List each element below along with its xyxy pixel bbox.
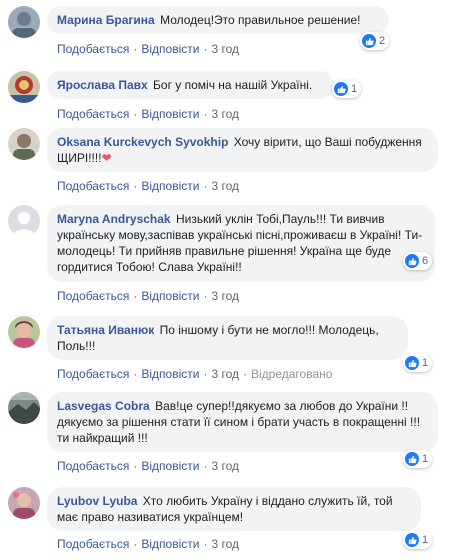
reaction-count[interactable]: 6 xyxy=(403,252,433,270)
separator: · xyxy=(133,179,138,193)
like-link[interactable]: Подобається xyxy=(57,367,129,381)
separator: · xyxy=(203,289,208,303)
comment-time[interactable]: 3 год xyxy=(211,42,239,56)
comment-actions: Подобається · Відповісти · 3 год xyxy=(57,289,239,303)
like-link[interactable]: Подобається xyxy=(57,289,129,303)
like-icon xyxy=(405,254,419,268)
comment-text: Молодец!Это правильное решение! xyxy=(160,13,361,27)
reply-link[interactable]: Відповісти xyxy=(141,289,199,303)
like-link[interactable]: Подобається xyxy=(57,42,129,56)
reaction-count[interactable]: 1 xyxy=(332,80,362,98)
separator: · xyxy=(133,367,138,381)
avatar[interactable] xyxy=(8,128,40,160)
reaction-number: 6 xyxy=(422,255,429,267)
reaction-count[interactable]: 1 xyxy=(403,354,433,372)
avatar[interactable] xyxy=(8,205,40,237)
reply-link[interactable]: Відповісти xyxy=(141,42,199,56)
comment-actions: Подобається · Відповісти · 3 год xyxy=(57,459,239,473)
heart-emoji: ❤ xyxy=(101,151,112,165)
separator: · xyxy=(203,42,208,56)
like-icon xyxy=(362,34,376,48)
comment-actions: Подобається · Відповісти · 3 год xyxy=(57,107,239,121)
avatar[interactable] xyxy=(8,6,40,38)
comment-bubble: Lasvegas Cobra Вав!це супер!!дякуємо за … xyxy=(47,392,438,452)
separator: · xyxy=(203,459,208,473)
avatar[interactable] xyxy=(8,316,40,348)
reply-link[interactable]: Відповісти xyxy=(141,367,199,381)
comment-author[interactable]: Oksana Kurckevych Syvokhip xyxy=(57,135,228,149)
separator: · xyxy=(133,459,138,473)
comment-bubble: Maryna Andryschak Низький уклін Тобі,Пау… xyxy=(47,205,435,282)
reply-link[interactable]: Відповісти xyxy=(141,107,199,121)
comment-actions: Подобається · Відповісти · 3 год xyxy=(57,179,239,193)
comment-time[interactable]: 3 год xyxy=(211,107,239,121)
comment-time[interactable]: 3 год xyxy=(211,537,239,551)
like-link[interactable]: Подобається xyxy=(57,459,129,473)
like-link[interactable]: Подобається xyxy=(57,179,129,193)
comment-time[interactable]: 3 год xyxy=(211,179,239,193)
like-link[interactable]: Подобається xyxy=(57,107,129,121)
separator: · xyxy=(203,107,208,121)
reply-link[interactable]: Відповісти xyxy=(141,179,199,193)
like-icon xyxy=(405,533,419,547)
separator: · xyxy=(203,537,208,551)
reply-link[interactable]: Відповісти xyxy=(141,459,199,473)
separator: · xyxy=(133,107,138,121)
avatar[interactable] xyxy=(8,487,40,519)
separator: · xyxy=(203,179,208,193)
separator: · xyxy=(243,367,247,381)
comment-bubble: Марина Брагина Молодец!Это правильное ре… xyxy=(47,6,389,34)
comment-time[interactable]: 3 год xyxy=(211,459,239,473)
comment-time[interactable]: 3 год xyxy=(211,367,239,381)
reaction-count[interactable]: 1 xyxy=(403,450,433,468)
comment-bubble: Ярослава Павх Бог у поміч на нашій Украї… xyxy=(47,71,334,99)
comment-actions: Подобається · Відповісти · 3 год xyxy=(57,537,239,551)
reaction-count[interactable]: 2 xyxy=(360,32,390,50)
reaction-number: 1 xyxy=(422,534,429,546)
avatar[interactable] xyxy=(8,392,40,424)
separator: · xyxy=(133,537,138,551)
comment-time[interactable]: 3 год xyxy=(211,289,239,303)
reaction-number: 2 xyxy=(379,35,386,47)
comment-author[interactable]: Марина Брагина xyxy=(57,13,155,27)
avatar[interactable] xyxy=(8,71,40,103)
like-link[interactable]: Подобається xyxy=(57,537,129,551)
comment-text: Бог у поміч на нашій Україні. xyxy=(153,78,313,92)
reaction-number: 1 xyxy=(422,357,429,369)
comment-author[interactable]: Ярослава Павх xyxy=(57,78,148,92)
reply-link[interactable]: Відповісти xyxy=(141,537,199,551)
comment-author[interactable]: Lasvegas Cobra xyxy=(57,399,150,413)
comment-actions: Подобається · Відповісти · 3 год · Відредагова… xyxy=(57,367,332,381)
edited-label[interactable]: Відредаговано xyxy=(251,367,332,381)
reaction-number: 1 xyxy=(351,83,358,95)
comment-bubble: Oksana Kurckevych Syvokhip Хочу вірити, … xyxy=(47,128,438,172)
reaction-number: 1 xyxy=(422,453,429,465)
comment-author[interactable]: Татьяна Иванюк xyxy=(57,323,154,337)
comment-bubble: Lyubov Lyuba Хто любить Україну і віддан… xyxy=(47,487,421,531)
separator: · xyxy=(133,289,138,303)
comment-bubble: Татьяна Иванюк По іншому і бути не могло… xyxy=(47,316,408,360)
like-icon xyxy=(405,356,419,370)
like-icon xyxy=(405,452,419,466)
comment-author[interactable]: Lyubov Lyuba xyxy=(57,494,137,508)
separator: · xyxy=(133,42,138,56)
like-icon xyxy=(334,82,348,96)
separator: · xyxy=(203,367,208,381)
comment-author[interactable]: Maryna Andryschak xyxy=(57,212,171,226)
reaction-count[interactable]: 1 xyxy=(403,531,433,549)
comment-actions: Подобається · Відповісти · 3 год xyxy=(57,42,239,56)
